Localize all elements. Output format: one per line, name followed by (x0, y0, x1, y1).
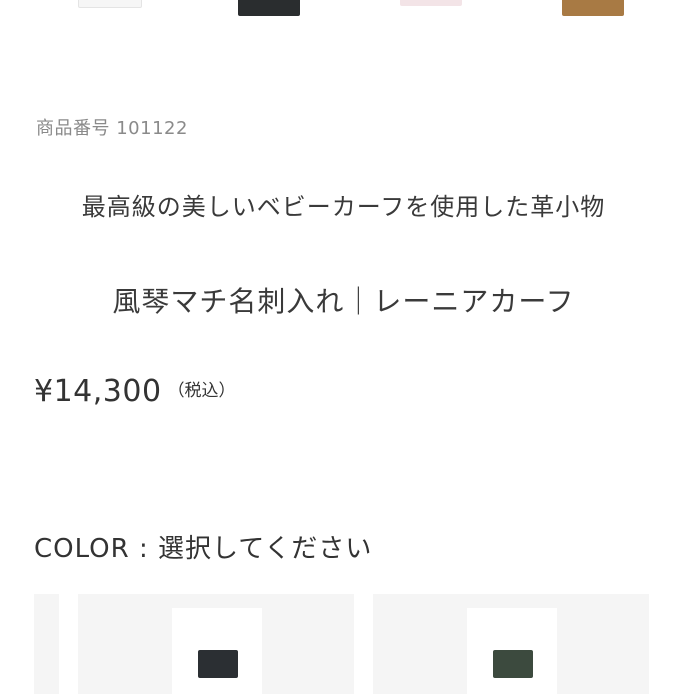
thumbnail-pink[interactable] (400, 0, 462, 6)
swatch-image-frame (172, 608, 262, 694)
swatch-image-frame (467, 608, 557, 694)
color-option-black[interactable] (78, 594, 354, 694)
product-subtitle: 最高級の美しいベビーカーフを使用した革小物 (81, 193, 606, 221)
tax-note: （税込） (167, 381, 236, 401)
color-option-partial[interactable] (34, 594, 59, 694)
thumbnail-brown[interactable] (562, 0, 624, 16)
black-card-case-image (198, 650, 238, 678)
thumbnail-white[interactable] (78, 0, 142, 8)
price-row: ¥14,300 （税込） (34, 374, 236, 409)
green-card-case-image (493, 650, 533, 678)
thumbnail-strip (0, 0, 687, 20)
price: ¥14,300 (34, 374, 162, 409)
thumbnail-black[interactable] (238, 0, 300, 16)
color-select-label: COLOR : 選択してください (34, 534, 373, 564)
color-option-dark-green[interactable] (373, 594, 649, 694)
product-title: 風琴マチ名刺入れ｜レーニアカーフ (112, 285, 575, 318)
product-code: 商品番号 101122 (36, 118, 188, 139)
